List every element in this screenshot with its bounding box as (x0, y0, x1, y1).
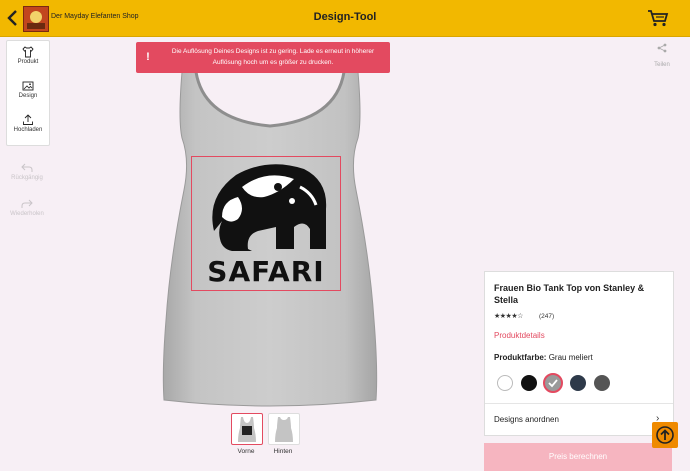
undo-icon (21, 163, 33, 172)
alert-icon: ! (146, 51, 150, 63)
redo-icon (21, 199, 33, 208)
tool-upload[interactable]: Hochladen (7, 112, 49, 142)
color-swatch-white[interactable] (497, 375, 513, 391)
undo-button[interactable]: Rückgängig (6, 163, 48, 181)
checkmark-icon (548, 379, 558, 388)
view-thumb-front[interactable] (231, 413, 263, 445)
tool-product[interactable]: Produkt (7, 44, 49, 74)
chevron-left-icon (7, 10, 17, 26)
product-details-link[interactable]: Produktdetails (494, 331, 545, 340)
alert-message: Die Auflösung Deines Designs ist zu geri… (171, 48, 375, 66)
scroll-to-top-button[interactable] (652, 422, 678, 448)
product-info-panel: Frauen Bio Tank Top von Stanley & Stella… (484, 271, 674, 436)
tshirt-icon (22, 46, 34, 58)
redo-button[interactable]: Wiederholen (6, 199, 48, 217)
upload-icon (23, 114, 33, 125)
shop-logo[interactable] (23, 6, 49, 32)
header-bar: Der Mayday Elefanten Shop Design-Tool (0, 0, 690, 37)
tool-design-label: Design (18, 93, 38, 99)
cart-button[interactable] (647, 9, 669, 27)
view-thumb-back[interactable] (268, 413, 300, 445)
back-button[interactable] (6, 9, 20, 27)
product-color-label: Produktfarbe: (494, 353, 547, 362)
review-count[interactable]: (247) (539, 313, 554, 320)
tool-upload-label: Hochladen (13, 127, 43, 133)
share-label: Teilen (654, 62, 670, 68)
rating-stars: ★★★★☆ (494, 313, 523, 320)
design-text: SAFARI (207, 255, 325, 288)
arrow-up-circle-icon (656, 426, 674, 444)
product-color-row: Produktfarbe: Grau meliert (494, 353, 593, 362)
design-selection-frame[interactable]: SAFARI (191, 156, 341, 291)
tool-design[interactable]: Design (7, 78, 49, 108)
tool-product-label: Produkt (17, 59, 39, 65)
color-swatch-navy[interactable] (570, 375, 586, 391)
product-title: Frauen Bio Tank Top von Stanley & Stella (494, 283, 645, 305)
undo-label: Rückgängig (11, 175, 43, 181)
calculate-price-button[interactable]: Preis berechnen (484, 443, 672, 471)
resolution-warning-alert: ! Die Auflösung Deines Designs ist zu ge… (136, 42, 390, 73)
arrange-designs-button[interactable]: Designs anordnen › (485, 404, 673, 434)
image-icon (22, 81, 34, 91)
shop-name[interactable]: Der Mayday Elefanten Shop (51, 13, 139, 20)
color-swatch-black[interactable] (521, 375, 537, 391)
arrange-designs-label: Designs anordnen (494, 415, 559, 424)
design-toolbox: Produkt Design Hochladen (6, 40, 50, 146)
share-button[interactable]: Teilen (650, 40, 674, 68)
product-color-value: Grau meliert (548, 353, 593, 362)
color-swatch-grey-selected[interactable] (543, 373, 563, 393)
view-label-back: Hinten (273, 448, 293, 455)
share-icon (657, 43, 667, 53)
color-swatch-dark-grey[interactable] (594, 375, 610, 391)
view-label-front: Vorne (237, 448, 255, 455)
redo-label: Wiederholen (10, 211, 44, 217)
cart-icon (648, 10, 669, 27)
